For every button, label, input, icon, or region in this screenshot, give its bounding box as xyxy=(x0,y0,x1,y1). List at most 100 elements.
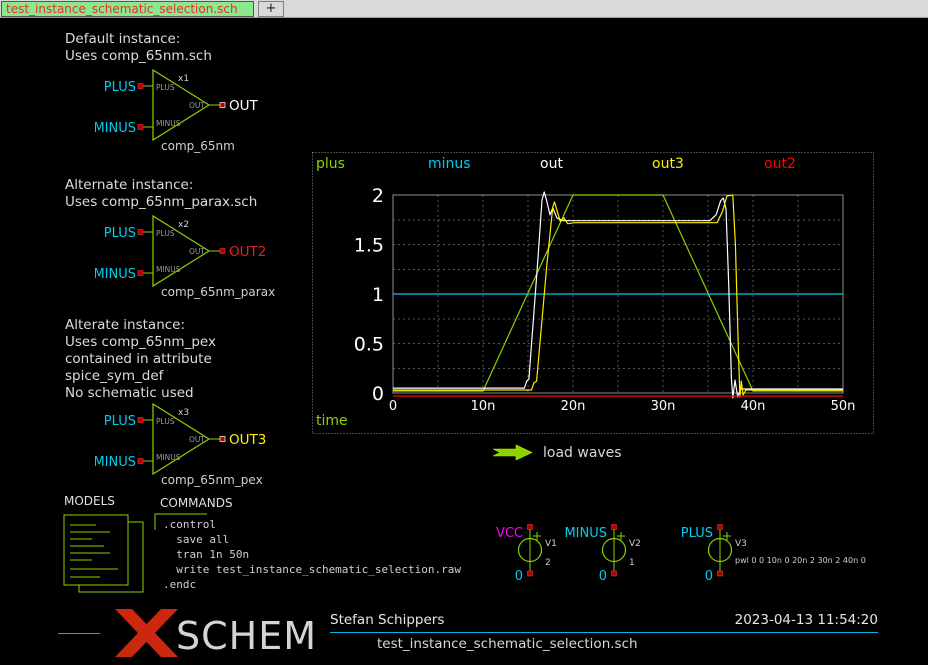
pin-icon[interactable] xyxy=(220,437,225,442)
pin-icon[interactable] xyxy=(138,125,143,130)
pin-icon[interactable] xyxy=(718,525,723,530)
instance1-heading: Default instance: Uses comp_65nm.sch xyxy=(65,31,212,65)
pin-label-minus: MINUS xyxy=(156,453,181,462)
heading-line: Uses comp_65nm_pex xyxy=(65,334,216,351)
y-tick-label: 1 xyxy=(372,284,384,306)
instance-name-label: x3 xyxy=(178,408,189,418)
instance3-heading: Alterate instance: Uses comp_65nm_pex co… xyxy=(65,317,216,402)
source-value: 1 xyxy=(629,558,635,568)
net-label-minus[interactable]: MINUS xyxy=(95,121,136,136)
pin-label-plus: PLUS xyxy=(156,83,175,92)
pin-icon[interactable] xyxy=(220,103,225,108)
xschem-logo-x-icon xyxy=(108,605,180,661)
vsource-v2[interactable]: MINUS V2 1 0 xyxy=(564,525,640,585)
schematic-filename: test_instance_schematic_selection.sch xyxy=(377,636,638,652)
net-label-plus[interactable]: PLUS xyxy=(681,526,713,541)
net-label-plus[interactable]: PLUS xyxy=(104,226,136,241)
x-tick-label: 0 xyxy=(389,399,397,414)
commands-label: COMMANDS xyxy=(160,496,233,510)
legend-item-plus[interactable]: plus xyxy=(316,156,345,172)
y-tick-label: 1.5 xyxy=(354,235,384,257)
y-tick-label: 0.5 xyxy=(354,334,384,356)
heading-line: spice_sym_def xyxy=(65,368,216,385)
net-label-out[interactable]: OUT2 xyxy=(229,244,266,260)
launcher-arrow-icon[interactable] xyxy=(492,444,542,462)
tab-active[interactable]: test_instance_schematic_selection.sch xyxy=(1,1,254,17)
heading-line: Default instance: xyxy=(65,31,212,48)
legend-item-minus[interactable]: minus xyxy=(428,156,471,172)
tab-bar: test_instance_schematic_selection.sch + xyxy=(0,0,928,18)
source-name: V2 xyxy=(629,539,641,549)
net-label-minus[interactable]: MINUS xyxy=(564,526,607,541)
pin-icon[interactable] xyxy=(138,271,143,276)
source-name: V1 xyxy=(545,539,557,549)
x-tick-label: 20n xyxy=(561,399,586,414)
pin-icon[interactable] xyxy=(138,418,143,423)
pin-label-out: OUT xyxy=(189,435,205,444)
vsource-v1[interactable]: VCC V1 2 0 xyxy=(496,525,557,585)
x-tick-label: 40n xyxy=(741,399,766,414)
xschem-logo-text: SCHEM xyxy=(176,614,317,658)
pin-icon[interactable] xyxy=(528,571,533,576)
pin-icon[interactable] xyxy=(138,230,143,235)
gnd-label[interactable]: 0 xyxy=(705,569,713,584)
pin-icon[interactable] xyxy=(718,571,723,576)
source-value: 2 xyxy=(545,558,551,568)
y-tick-label: 2 xyxy=(372,185,384,207)
models-icon[interactable] xyxy=(62,508,146,598)
net-label-plus[interactable]: PLUS xyxy=(104,80,136,95)
net-label-minus[interactable]: MINUS xyxy=(95,455,136,470)
pin-icon[interactable] xyxy=(528,525,533,530)
pin-label-minus: MINUS xyxy=(156,265,181,274)
net-label-out[interactable]: OUT xyxy=(229,98,259,114)
pin-label-out: OUT xyxy=(189,247,205,256)
symbol-name-label: comp_65nm_parax xyxy=(161,285,275,299)
instance-name-label: x1 xyxy=(178,74,189,84)
y-tick-label: 0 xyxy=(372,383,384,405)
net-label-out[interactable]: OUT3 xyxy=(229,432,266,448)
comparator-symbol-x3[interactable]: PLUS MINUS x3 PLUS MINUS OUT OUT3 comp_6… xyxy=(95,396,285,491)
titleblock-underline xyxy=(330,632,878,633)
pin-label-minus: MINUS xyxy=(156,119,181,128)
source-name: V3 xyxy=(735,539,747,549)
instance2-heading: Alternate instance: Uses comp_65nm_parax… xyxy=(65,177,257,211)
gnd-label[interactable]: 0 xyxy=(515,569,523,584)
symbol-name-label: comp_65nm xyxy=(161,139,235,153)
load-waves-launcher[interactable]: load waves xyxy=(543,445,622,461)
timestamp: 2023-04-13 11:54:20 xyxy=(735,612,878,628)
author-name: Stefan Schippers xyxy=(330,612,444,628)
net-label-vcc[interactable]: VCC xyxy=(496,526,523,541)
heading-line: Alternate instance: xyxy=(65,177,257,194)
comparator-symbol-x2[interactable]: PLUS MINUS x2 PLUS MINUS OUT OUT2 comp_6… xyxy=(95,208,285,303)
net-label-minus[interactable]: MINUS xyxy=(95,267,136,282)
pin-icon[interactable] xyxy=(612,525,617,530)
source-value: pwl 0 0 10n 0 20n 2 30n 2 40n 0 xyxy=(735,556,866,565)
x-tick-label: 10n xyxy=(471,399,496,414)
pin-label-plus: PLUS xyxy=(156,229,175,238)
legend-item-out3[interactable]: out3 xyxy=(652,156,684,172)
gnd-label[interactable]: 0 xyxy=(599,569,607,584)
vsource-v3[interactable]: PLUS V3 pwl 0 0 10n 0 20n 2 30n 2 40n 0 … xyxy=(681,525,866,585)
pin-label-out: OUT xyxy=(189,101,205,110)
titleblock-left-line xyxy=(58,633,100,634)
heading-line: contained in attribute xyxy=(65,351,216,368)
x-tick-label: 30n xyxy=(651,399,676,414)
net-label-plus[interactable]: PLUS xyxy=(104,414,136,429)
commands-script[interactable]: .control save all tran 1n 50n write test… xyxy=(163,517,461,592)
voltage-sources: VCC V1 2 0 MINUS V2 1 0 PLUS V3 pwl 0 0 … xyxy=(495,522,885,586)
titleblock-author-row: Stefan Schippers 2023-04-13 11:54:20 xyxy=(330,612,878,628)
pin-icon[interactable] xyxy=(612,571,617,576)
x-axis-label: time xyxy=(316,413,348,429)
pin-icon[interactable] xyxy=(138,459,143,464)
legend-item-out2[interactable]: out2 xyxy=(764,156,796,172)
models-label: MODELS xyxy=(64,494,115,508)
pin-icon[interactable] xyxy=(138,84,143,89)
legend-item-out[interactable]: out xyxy=(540,156,563,172)
new-tab-button[interactable]: + xyxy=(258,1,284,17)
pin-label-plus: PLUS xyxy=(156,417,175,426)
waveform-plot[interactable]: 0 0.5 1 1.5 2 0 10n 20n 30n 40n 50n plus minus out out… xyxy=(312,152,874,434)
x-tick-label: 50n xyxy=(831,399,856,414)
pin-icon[interactable] xyxy=(220,249,225,254)
instance-name-label: x2 xyxy=(178,220,189,230)
comparator-symbol-x1[interactable]: PLUS MINUS x1 PLUS MINUS OUT OUT comp_65… xyxy=(95,62,285,157)
